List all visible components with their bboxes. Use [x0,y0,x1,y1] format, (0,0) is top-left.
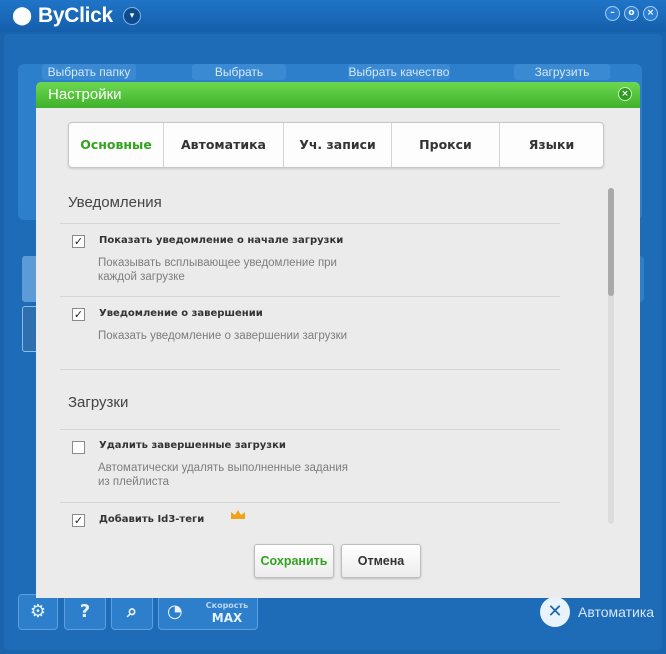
step-select-format[interactable]: Выбрать формат [192,64,286,95]
section-title-notifications: Уведомления [68,194,162,211]
section-title-downloads: Загрузки [68,394,129,411]
tab-automation[interactable]: Автоматика [163,123,283,167]
close-button[interactable]: × [643,6,658,21]
search-button[interactable]: ⌕ [111,594,153,630]
question-icon: ? [79,601,91,622]
settings-tabs: Основные Автоматика Уч. записи Прокси Яз… [68,122,604,168]
option-desc-notify-complete: Показать уведомление о завершении загруз… [98,330,348,342]
scrollbar-thumb[interactable] [608,188,614,296]
option-label-delete-completed: Удалить завершенные загрузки [99,440,286,451]
tab-general[interactable]: Основные [69,123,163,167]
premium-crown-icon [231,510,245,519]
option-label-notify-start: Показать уведомление о начале загрузки [99,235,344,246]
window-controls: – o × [605,6,658,21]
settings-dialog: Основные Автоматика Уч. записи Прокси Яз… [36,108,640,598]
search-icon: ⌕ [126,601,138,622]
tab-languages[interactable]: Языки [499,123,603,167]
step-select-quality[interactable]: Выбрать качество [348,64,450,80]
automation-icon[interactable]: ✕ [540,597,570,627]
automation-label[interactable]: Автоматика [578,604,654,620]
option-label-notify-complete: Уведомление о завершении [99,308,263,319]
option-desc-delete-completed: Автоматически удалять выполненные задани… [98,462,348,488]
step-download[interactable]: Загрузить [514,64,610,80]
speed-value: MAX [211,611,243,625]
speedometer-icon: ◔ [167,601,183,622]
app-title: ByClick [38,4,113,27]
settings-gear-button[interactable]: ⚙ [18,594,58,630]
gear-icon: ⚙ [29,601,47,622]
checkbox-delete-completed[interactable] [72,441,85,454]
minimize-button[interactable]: – [605,6,620,21]
step-select-folder[interactable]: Выбрать папку [42,64,136,80]
item-divider [60,296,560,297]
option-desc-notify-start: Показывать всплывающее уведомление при к… [98,257,337,283]
checkbox-notify-start[interactable]: ✓ [72,235,85,248]
save-button[interactable]: Сохранить [254,544,334,578]
checkbox-add-id3-tags[interactable]: ✓ [72,514,85,527]
tab-proxy[interactable]: Прокси [391,123,499,167]
scrollbar[interactable] [608,188,614,524]
app-menu-chevron-down-icon[interactable]: ▾ [122,7,141,25]
settings-dialog-title-bar[interactable]: Настройки × [36,82,640,108]
section-divider [60,223,560,224]
item-divider [60,369,560,370]
section-divider [60,429,560,430]
byclick-logo-icon: ⬤ [12,5,33,26]
dialog-title: Настройки [48,86,122,103]
settings-list[interactable]: Уведомления ✓ Показать уведомление о нач… [60,184,560,532]
restore-button[interactable]: o [624,6,639,21]
item-divider [60,502,560,503]
option-label-add-id3-tags: Добавить Id3-теги [99,514,205,525]
tab-accounts[interactable]: Уч. записи [283,123,391,167]
dialog-close-icon[interactable]: × [618,87,632,101]
cancel-button[interactable]: Отмена [341,544,421,578]
help-button[interactable]: ? [64,594,106,630]
app-title-bar: ⬤ ByClick ▾ – o × [0,0,666,32]
checkbox-notify-complete[interactable]: ✓ [72,308,85,321]
speed-button[interactable]: ◔ Скорость MAX [158,594,258,630]
